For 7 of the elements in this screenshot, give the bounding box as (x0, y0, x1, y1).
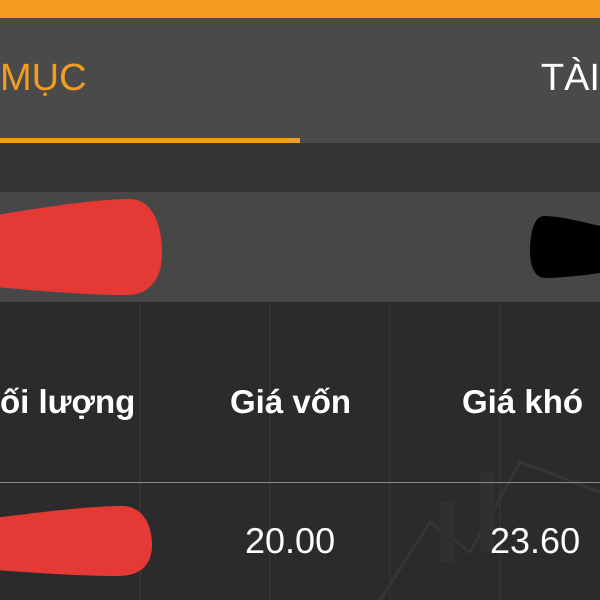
column-header: Giá khó (462, 382, 584, 422)
table-cell-text: 20.00 (244, 519, 336, 563)
column-header: Giá vốn (230, 382, 352, 422)
column-header: ối lượng (0, 382, 136, 422)
table-cell-text: 23.60 (489, 519, 582, 563)
redaction-mark (530, 216, 600, 278)
tab[interactable]: TÀI (300, 18, 600, 143)
